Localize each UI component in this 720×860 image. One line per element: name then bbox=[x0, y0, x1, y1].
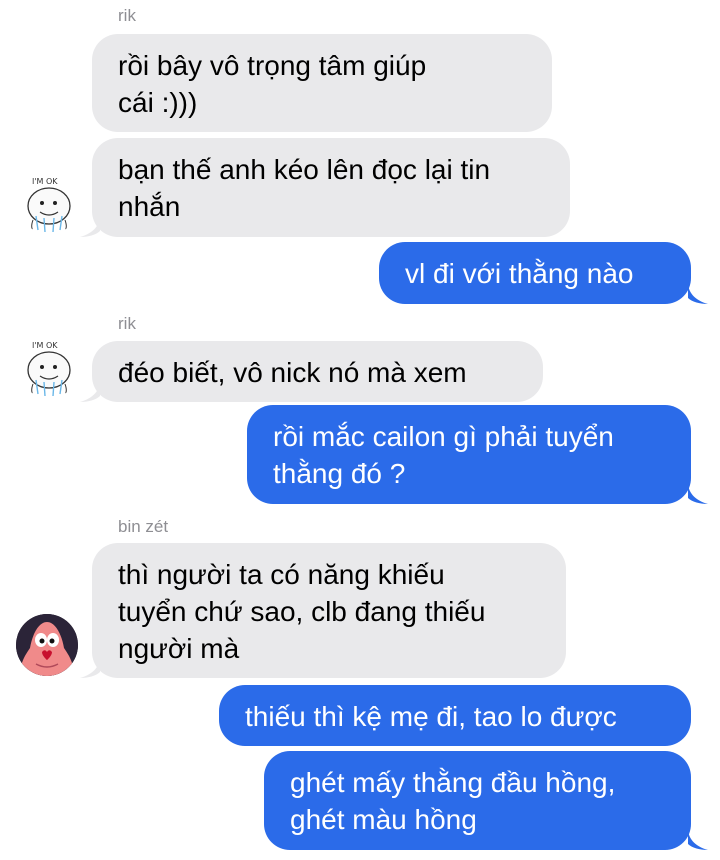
avatar-rik[interactable]: I'M OK bbox=[18, 172, 80, 234]
message-bubble-incoming[interactable]: bạn thế anh kéo lên đọc lại tin nhắn bbox=[92, 138, 570, 237]
bubble-tail-incoming bbox=[80, 656, 100, 678]
bubble-tail-outgoing bbox=[688, 282, 708, 304]
svg-text:I'M OK: I'M OK bbox=[32, 341, 58, 350]
bubble-tail-outgoing bbox=[688, 828, 708, 850]
message-bubble-outgoing[interactable]: thiếu thì kệ mẹ đi, tao lo được bbox=[219, 685, 691, 746]
svg-text:I'M OK: I'M OK bbox=[32, 177, 58, 186]
im-ok-sticker-icon: I'M OK bbox=[27, 177, 71, 233]
message-bubble-outgoing[interactable]: vl đi với thằng nào bbox=[379, 242, 691, 304]
bubble-tail-incoming bbox=[80, 380, 100, 402]
bubble-tail-incoming bbox=[80, 215, 100, 237]
message-bubble-outgoing[interactable]: ghét mấy thằng đầu hồng, ghét màu hồng bbox=[264, 751, 691, 850]
sender-name-rik-2: rik bbox=[118, 314, 136, 333]
avatar-bin-zet[interactable] bbox=[16, 614, 78, 676]
sender-name-bin-zet: bin zét bbox=[118, 517, 169, 536]
message-bubble-incoming[interactable]: đéo biết, vô nick nó mà xem bbox=[92, 341, 543, 402]
message-bubble-incoming[interactable]: rồi bây vô trọng tâm giúp cái :))) bbox=[92, 34, 552, 132]
message-bubble-incoming[interactable]: thì người ta có năng khiếu tuyển chứ sao… bbox=[92, 543, 566, 678]
sender-name-rik-1: rik bbox=[118, 6, 136, 25]
message-bubble-outgoing[interactable]: rồi mắc cailon gì phải tuyển thằng đó ? bbox=[247, 405, 691, 504]
avatar-rik[interactable]: I'M OK bbox=[18, 336, 80, 398]
bubble-tail-outgoing bbox=[688, 482, 708, 504]
im-ok-sticker-icon: I'M OK bbox=[27, 341, 71, 397]
patrick-avatar-icon bbox=[16, 614, 78, 676]
